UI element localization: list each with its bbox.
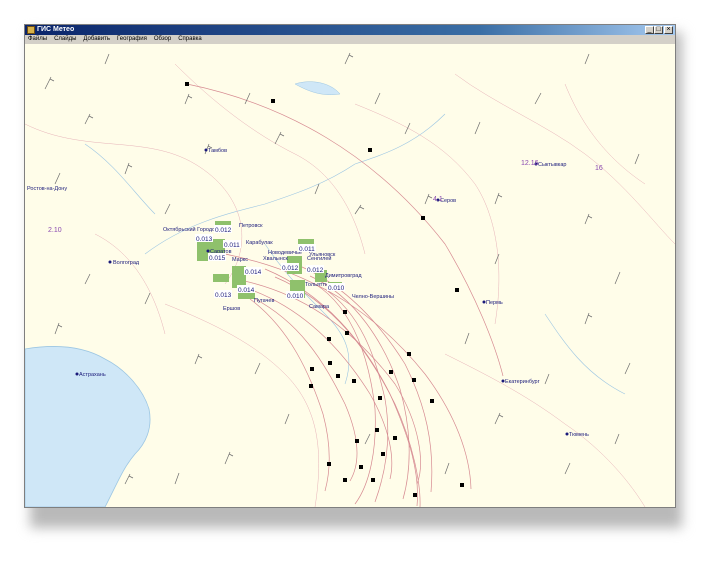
city-label: Сенгилей xyxy=(307,255,332,262)
city-label: Тольятти xyxy=(305,282,328,288)
station-value: 0.012 xyxy=(215,227,232,234)
station-value: 0.015 xyxy=(209,255,226,262)
city-label: Екатеринбург xyxy=(505,379,540,385)
station-value-box: 0.012 xyxy=(214,225,232,234)
station-value-box: 0.012 xyxy=(306,265,324,274)
station-value: 0.014 xyxy=(245,269,262,276)
map-view[interactable]: Тамбов Ростов-на-Дону Волгоград Астрахан… xyxy=(25,44,675,507)
city-label: Ершов xyxy=(223,306,240,312)
maximize-icon[interactable]: □ xyxy=(654,26,663,34)
menu-bar: Файлы Слайды Добавить География Обзор Сп… xyxy=(25,35,675,44)
app-window: ГИС Метео _ □ × Файлы Слайды Добавить Ге… xyxy=(24,24,676,508)
station-value: 0.014 xyxy=(238,287,255,294)
city-label: Сыктывкар xyxy=(538,162,566,168)
app-icon xyxy=(27,26,35,34)
city-label: Ростов-на-Дону xyxy=(27,186,67,192)
station-value-box: 0.010 xyxy=(286,291,304,300)
city-label: Тюмень xyxy=(569,432,589,438)
minimize-icon[interactable]: _ xyxy=(645,26,654,34)
station-value: 0.010 xyxy=(328,285,345,292)
station-value: 0.011 xyxy=(299,246,315,253)
city-label: Челно-Вершины xyxy=(352,294,394,300)
station-value: 0.012 xyxy=(307,267,324,274)
city-label: Новодевичье xyxy=(268,250,302,256)
isoline-label: 16 xyxy=(595,165,603,172)
station-value-box: 0.013 xyxy=(195,234,213,243)
station-value-box: 0.015 xyxy=(208,253,226,262)
city-label: Тамбов xyxy=(208,148,227,154)
station-value-box: 0.014 xyxy=(237,285,255,294)
window-title: ГИС Метео xyxy=(37,26,75,33)
city-label: Астрахань xyxy=(79,372,106,378)
isoline-label: 4.1 xyxy=(433,196,443,203)
menu-slides[interactable]: Слайды xyxy=(54,35,76,44)
station-value: 0.011 xyxy=(224,242,240,249)
city-label: Пугачев xyxy=(254,298,274,304)
station-value-box: 0.011 xyxy=(223,240,241,249)
city-label: Пермь xyxy=(486,300,503,306)
menu-files[interactable]: Файлы xyxy=(28,35,47,44)
station-value: 0.012 xyxy=(282,265,299,272)
station-value-box: 0.011 xyxy=(298,244,316,253)
station-value-box: 0.013 xyxy=(214,290,232,299)
station-value-box: 0.010 xyxy=(327,283,345,292)
city-label: Петровск xyxy=(239,223,263,229)
station-value: 0.013 xyxy=(215,292,232,299)
city-label: Хвалынск xyxy=(263,256,289,262)
city-label: Маркс xyxy=(232,257,248,263)
menu-add[interactable]: Добавить xyxy=(83,35,110,44)
city-label: Карабулак xyxy=(246,240,273,246)
station-value-box: 0.014 xyxy=(244,267,262,276)
station-value-box: 0.012 xyxy=(281,263,299,272)
title-bar[interactable]: ГИС Метео _ □ × xyxy=(25,25,675,35)
isoline-label: 12.16 xyxy=(521,160,539,167)
menu-geography[interactable]: География xyxy=(117,35,147,44)
close-icon[interactable]: × xyxy=(664,26,673,34)
station-value: 0.010 xyxy=(287,293,304,300)
city-label: Димитровград xyxy=(325,273,362,279)
isoline-label: 2.10 xyxy=(48,227,62,234)
map-canvas[interactable]: Тамбов Ростов-на-Дону Волгоград Астрахан… xyxy=(25,44,675,507)
menu-help[interactable]: Справка xyxy=(178,35,202,44)
city-label: Волгоград xyxy=(113,260,140,266)
city-label: Октябрьский Городок xyxy=(163,226,218,233)
menu-view[interactable]: Обзор xyxy=(154,35,171,44)
station-value: 0.013 xyxy=(196,236,213,243)
city-label: Самара xyxy=(309,304,330,310)
